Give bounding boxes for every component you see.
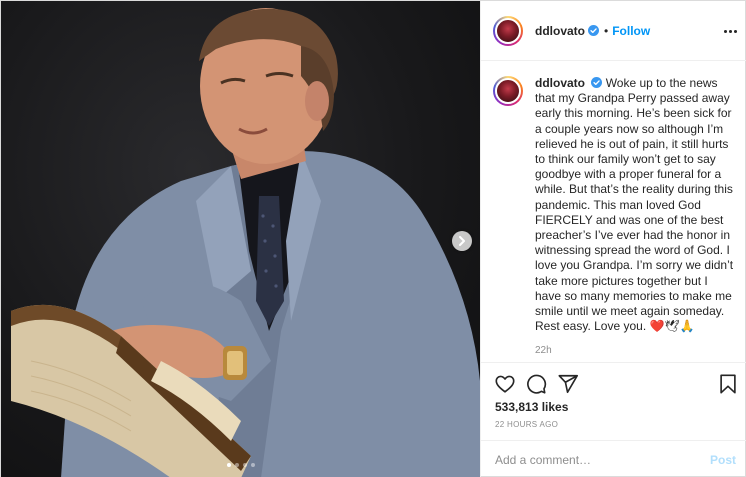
avatar xyxy=(495,17,521,44)
instagram-post: ddlovato • Follow ddlovato Woke up to th… xyxy=(0,0,746,477)
carousel-dot xyxy=(226,463,231,467)
comment-form: Post xyxy=(481,440,746,477)
carousel-next-button[interactable] xyxy=(452,231,472,251)
bookmark-icon[interactable] xyxy=(717,373,739,395)
carousel-indicator xyxy=(1,463,480,467)
post-comment-button[interactable]: Post xyxy=(710,453,736,467)
verified-badge-icon xyxy=(588,25,599,36)
verified-badge-icon xyxy=(591,77,603,88)
caption-text: Woke up to the news that my Grandpa Perr… xyxy=(535,76,734,334)
portrait-illustration xyxy=(11,8,480,477)
header-username[interactable]: ddlovato xyxy=(535,24,585,38)
carousel-dot xyxy=(242,463,247,467)
caption-avatar xyxy=(495,78,521,104)
like-count[interactable]: 533,813 likes xyxy=(495,400,568,414)
caption-section: ddlovato Woke up to the news that my Gra… xyxy=(481,62,746,362)
caption-avatar-ring[interactable] xyxy=(493,76,523,106)
comment-icon[interactable] xyxy=(525,373,547,395)
action-bar: 533,813 likes 22 HOURS AGO xyxy=(481,362,746,440)
more-options-icon[interactable] xyxy=(722,23,738,39)
post-timestamp[interactable]: 22 HOURS AGO xyxy=(495,420,558,429)
follow-button[interactable]: Follow xyxy=(612,24,650,38)
avatar-story-ring[interactable] xyxy=(493,15,523,46)
separator-dot: • xyxy=(604,23,609,38)
comment-input[interactable] xyxy=(495,452,695,468)
post-photo[interactable] xyxy=(1,1,480,477)
share-icon[interactable] xyxy=(557,373,579,395)
caption: ddlovato Woke up to the news that my Gra… xyxy=(535,76,736,362)
heart-icon[interactable] xyxy=(494,373,516,395)
caption-timestamp[interactable]: 22h xyxy=(535,343,736,358)
post-side-panel: ddlovato • Follow ddlovato Woke up to th… xyxy=(480,1,746,477)
post-header: ddlovato • Follow xyxy=(481,1,746,61)
carousel-dot xyxy=(250,463,255,467)
caption-username[interactable]: ddlovato xyxy=(535,76,585,90)
chevron-right-icon xyxy=(459,236,465,246)
carousel-dot xyxy=(234,463,239,467)
